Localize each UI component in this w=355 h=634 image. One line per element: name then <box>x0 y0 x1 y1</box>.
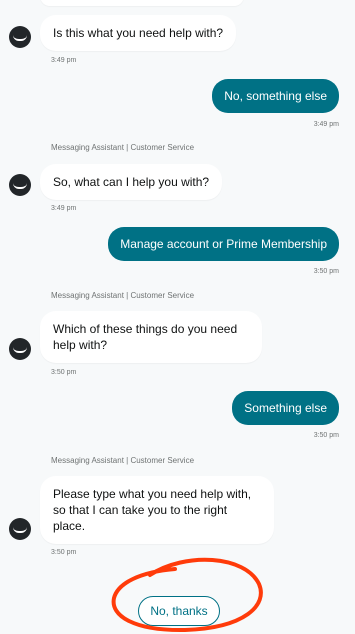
no-thanks-button[interactable]: No, thanks <box>138 596 220 626</box>
message-text: Is this what you need help with? <box>53 26 224 40</box>
assistant-avatar-icon <box>9 26 31 48</box>
message-text: Manage account or Prime Membership <box>120 237 327 251</box>
message-timestamp: 3:49 pm <box>51 205 77 212</box>
message-timestamp: 3:50 pm <box>313 432 339 439</box>
sender-label: Messaging Assistant | Customer Service <box>51 291 195 300</box>
sender-label: Messaging Assistant | Customer Service <box>51 143 195 152</box>
message-bubble-incoming: Is this what you need help with? <box>40 15 237 51</box>
message-text: No, something else <box>224 89 327 103</box>
message-bubble-outgoing: Something else <box>232 391 339 425</box>
assistant-avatar-icon <box>9 338 31 360</box>
message-timestamp: 3:49 pm <box>313 121 339 128</box>
quick-reply-label: No, thanks <box>150 604 208 618</box>
message-bubble-cutoff <box>40 0 244 6</box>
message-timestamp: 3:50 pm <box>313 268 339 275</box>
message-bubble-outgoing: No, something else <box>212 79 339 113</box>
message-text: Please type what you need help with, so … <box>53 487 252 533</box>
message-bubble-incoming: Which of these things do you need help w… <box>40 311 262 363</box>
message-timestamp: 3:49 pm <box>51 57 77 64</box>
message-timestamp: 3:50 pm <box>51 369 77 376</box>
message-timestamp: 3:50 pm <box>51 549 77 556</box>
message-text: Something else <box>244 401 327 415</box>
message-text: Which of these things do you need help w… <box>53 322 238 352</box>
chat-transcript: Is this what you need help with? 3:49 pm… <box>0 0 355 634</box>
sender-label: Messaging Assistant | Customer Service <box>51 456 195 465</box>
message-bubble-incoming: So, what can I help you with? <box>40 164 223 200</box>
assistant-avatar-icon <box>9 518 31 540</box>
message-bubble-outgoing: Manage account or Prime Membership <box>108 227 339 261</box>
message-bubble-incoming: Please type what you need help with, so … <box>40 476 274 544</box>
message-text: So, what can I help you with? <box>53 175 210 189</box>
assistant-avatar-icon <box>9 174 31 196</box>
